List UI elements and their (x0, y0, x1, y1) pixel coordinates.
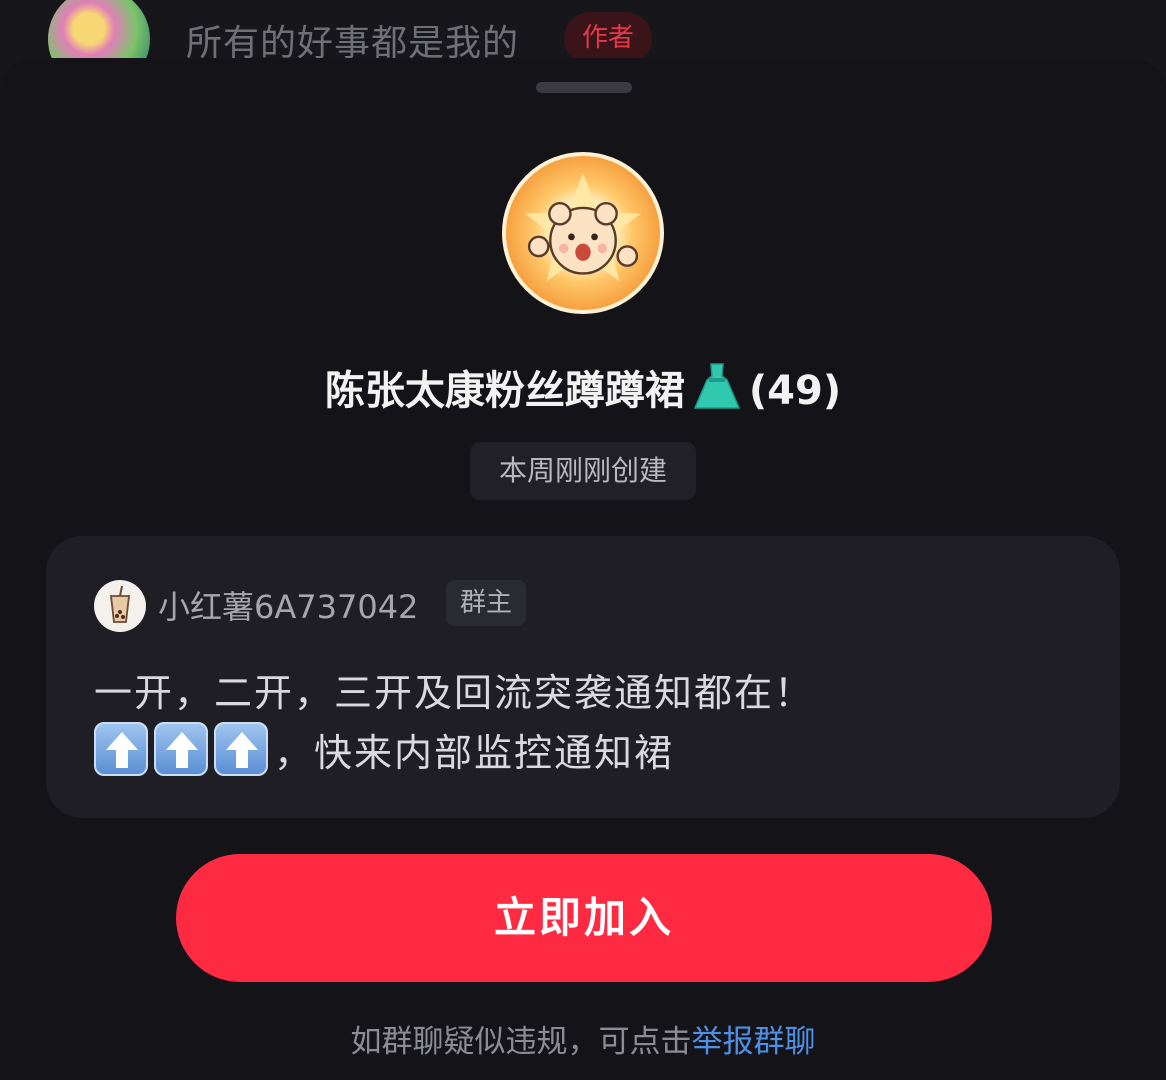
description-line-2: ，快来内部监控通知裙 (94, 722, 674, 777)
dress-icon (689, 362, 745, 410)
member-count: (49) (748, 368, 842, 414)
sheet-drag-handle[interactable] (536, 82, 632, 93)
report-notice: 如群聊疑似违规，可点击举报群聊 (0, 1016, 1166, 1061)
bear-star-icon (525, 173, 641, 282)
bubble-tea-icon (109, 585, 131, 623)
owner-name[interactable]: 小红薯6A737042 (158, 582, 418, 628)
group-invite-sheet: 陈张太康粉丝蹲蹲裙 (49) 本周刚刚创建 小红薯6A737042 群主 一开，二… (0, 58, 1166, 1080)
up-arrow-icon (214, 722, 268, 776)
created-badge: 本周刚刚创建 (470, 442, 696, 500)
owner-avatar[interactable] (94, 580, 146, 632)
report-prefix: 如群聊疑似违规，可点击 (350, 1024, 692, 1060)
group-name: 陈张太康粉丝蹲蹲裙 (324, 368, 685, 414)
owner-role-badge: 群主 (446, 580, 527, 626)
group-description-card: 小红薯6A737042 群主 一开，二开，三开及回流突袭通知都在！ ，快来内部监… (46, 536, 1120, 818)
description-line-2-text: ，快来内部监控通知裙 (274, 731, 675, 775)
group-avatar (502, 152, 664, 314)
join-group-button[interactable]: 立即加入 (176, 854, 992, 982)
description-line-1: 一开，二开，三开及回流突袭通知都在！ (94, 671, 815, 715)
report-group-link[interactable]: 举报群聊 (692, 1024, 816, 1060)
up-arrow-icon (94, 722, 148, 776)
up-arrow-icon (154, 722, 208, 776)
group-title: 陈张太康粉丝蹲蹲裙 (49) (0, 358, 1166, 416)
author-badge: 作者 (564, 12, 653, 64)
